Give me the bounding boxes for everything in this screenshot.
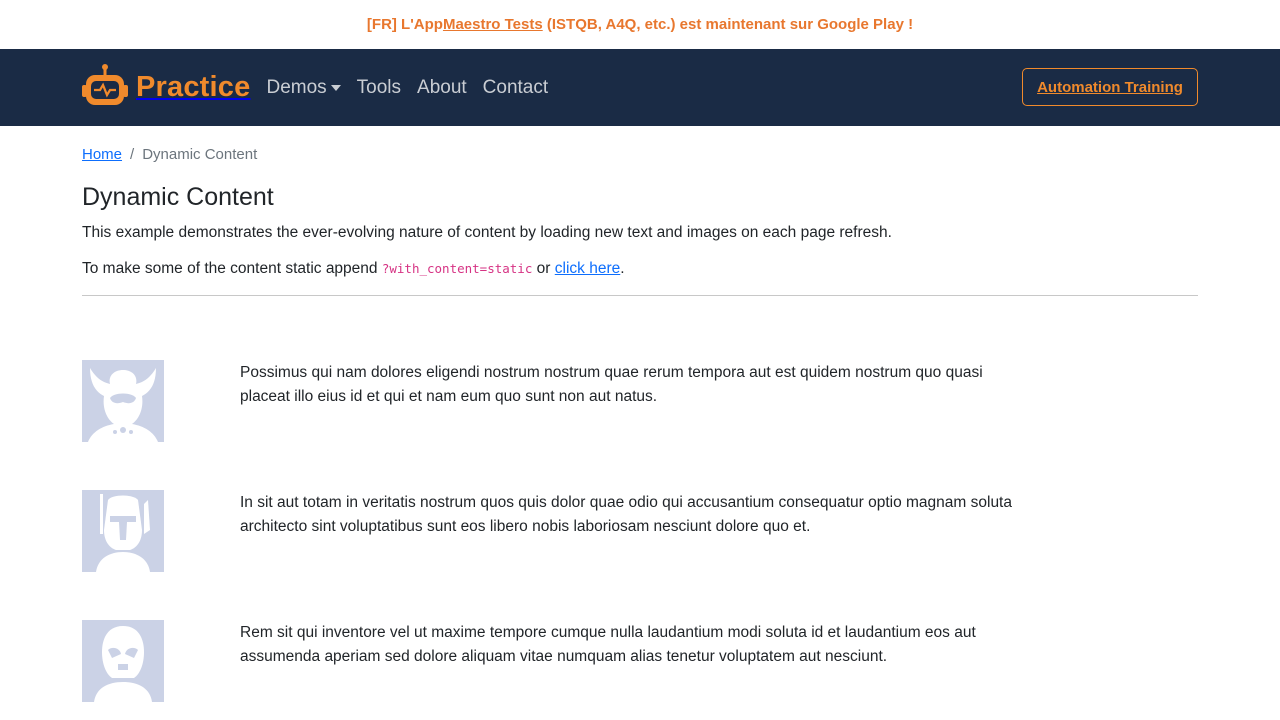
content-row: Possimus qui nam dolores eligendi nostru… <box>82 360 1198 442</box>
nav-demos-label: Demos <box>266 76 327 98</box>
trooper-avatar-icon <box>82 620 164 702</box>
top-navbar: Practice Demos Tools About Contact Autom… <box>0 49 1280 126</box>
page-description: This example demonstrates the ever-evolv… <box>82 224 892 241</box>
content-text: In sit aut totam in veritatis nostrum qu… <box>240 494 1012 535</box>
brand-logo-link[interactable]: Practice <box>82 63 250 112</box>
announcement-prefix: [FR] L'App <box>366 16 443 33</box>
breadcrumb: Home / Dynamic Content <box>82 146 1198 163</box>
brand-name: Practice <box>136 71 251 103</box>
content-row: In sit aut totam in veritatis nostrum qu… <box>82 490 1198 572</box>
nav-contact[interactable]: Contact <box>483 77 548 99</box>
automation-training-button[interactable]: Automation Training <box>1022 68 1198 106</box>
announcement-suffix: (ISTQB, A4Q, etc.) est maintenant sur Go… <box>542 16 914 33</box>
page-title: Dynamic Content <box>82 183 274 211</box>
static-content-instruction: To make some of the content static appen… <box>82 260 1198 278</box>
static-prefix: To make some of the content static appen… <box>82 260 382 277</box>
nav-demos-dropdown[interactable]: Demos <box>266 76 341 99</box>
dynamic-content-list: Possimus qui nam dolores eligendi nostru… <box>82 360 1198 702</box>
announcement-banner: [FR] L'App Maestro Tests (ISTQB, A4Q, et… <box>0 0 1280 49</box>
maestro-tests-link[interactable]: Maestro Tests <box>443 16 543 33</box>
bounty-hunter-avatar-icon <box>82 490 164 572</box>
jester-avatar-icon <box>82 360 164 442</box>
nav-tools[interactable]: Tools <box>357 77 401 99</box>
static-or: or <box>532 260 555 277</box>
main-content: Home / Dynamic Content Dynamic Content T… <box>0 146 1280 702</box>
content-text: Rem sit qui inventore vel ut maxime temp… <box>240 624 976 665</box>
breadcrumb-separator: / <box>130 146 135 163</box>
breadcrumb-home-link[interactable]: Home <box>82 146 122 163</box>
static-end: . <box>620 260 625 277</box>
robot-logo-icon <box>82 63 128 112</box>
static-query-code: ?with_content=static <box>381 261 533 276</box>
breadcrumb-current: Dynamic Content <box>142 146 258 163</box>
nav-about[interactable]: About <box>417 77 467 99</box>
content-text: Possimus qui nam dolores eligendi nostru… <box>240 364 983 405</box>
click-here-link[interactable]: click here <box>555 260 620 277</box>
content-row: Rem sit qui inventore vel ut maxime temp… <box>82 620 1198 702</box>
caret-down-icon <box>330 84 341 91</box>
divider <box>82 295 1198 296</box>
